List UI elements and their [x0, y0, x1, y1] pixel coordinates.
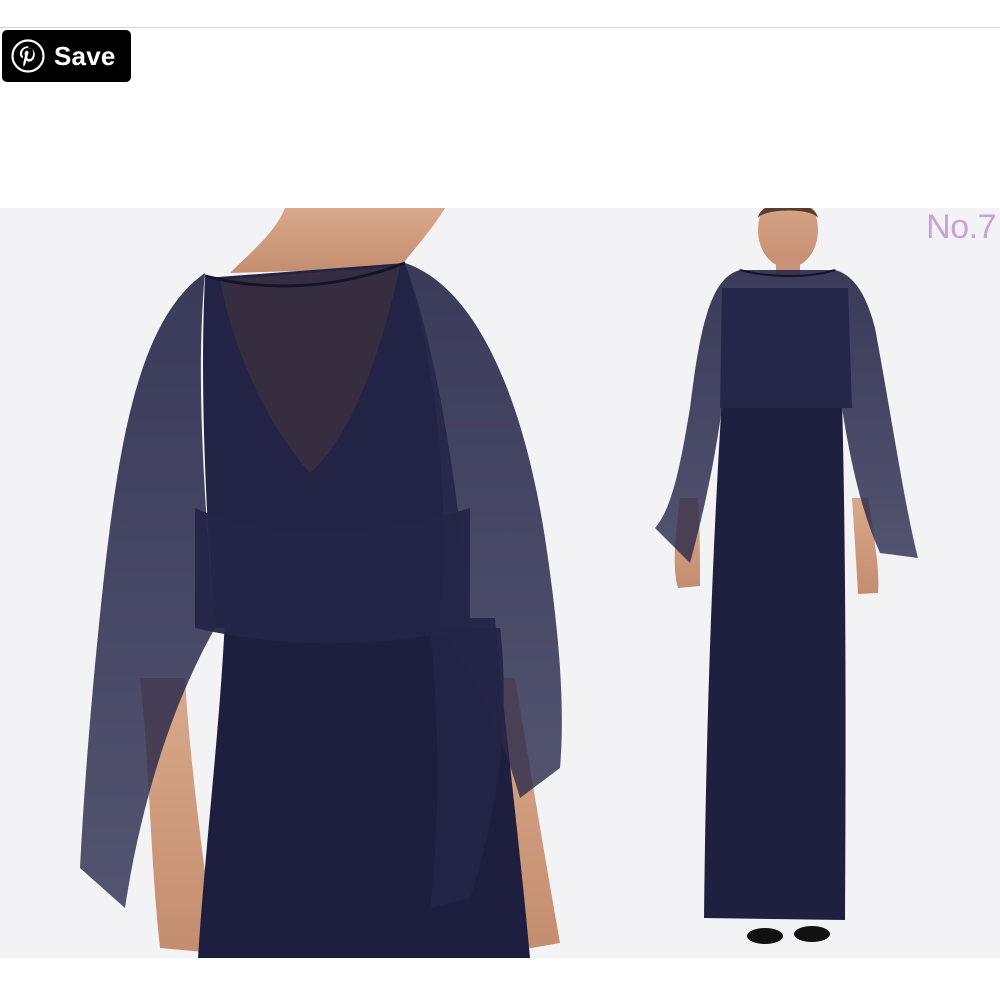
front-view-photo — [655, 208, 918, 944]
save-label: Save — [54, 40, 116, 71]
product-photo-collage — [0, 208, 1000, 958]
collage-number-label: No.7 — [926, 208, 996, 246]
back-view-photo — [80, 208, 562, 958]
bottom-whitespace — [0, 958, 1000, 1000]
top-divider — [0, 27, 1000, 28]
pinterest-save-button[interactable]: Save — [2, 30, 131, 82]
pinterest-icon — [11, 39, 45, 73]
dress-illustration — [80, 208, 918, 958]
